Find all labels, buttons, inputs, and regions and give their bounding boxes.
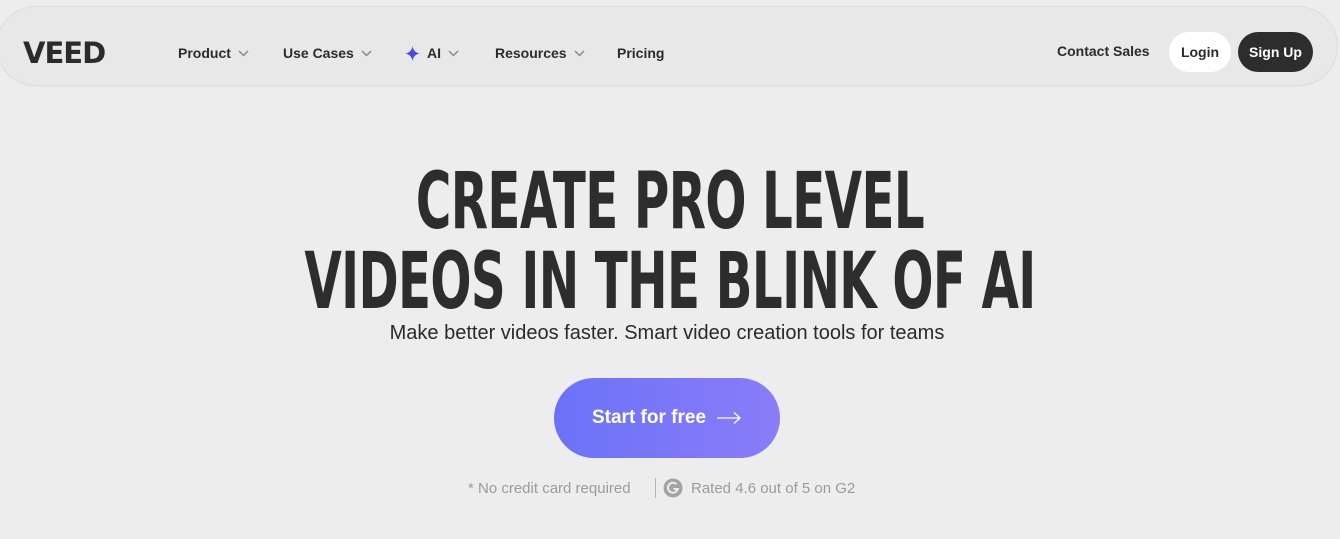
no-credit-card-note: * No credit card required [468, 479, 631, 497]
svg-text:VEED: VEED [23, 39, 105, 65]
chevron-down-icon [361, 49, 372, 57]
nav-use-cases-label: Use Cases [283, 45, 354, 61]
arrow-right-icon [717, 412, 741, 424]
hero-title: CREATE PRO LEVEL VIDEOS IN THE BLINK OF … [0, 162, 1340, 322]
chevron-down-icon [448, 49, 459, 57]
footnote-divider [655, 478, 656, 498]
top-navbar: VEED Product Use Cases AI Resources Pric… [0, 6, 1338, 86]
nav-product-label: Product [178, 45, 231, 61]
g2-icon [663, 478, 683, 498]
nav-product[interactable]: Product [178, 43, 249, 63]
hero-title-line-1: CREATE PRO LEVEL [415, 157, 925, 247]
chevron-down-icon [238, 49, 249, 57]
start-for-free-button[interactable]: Start for free [554, 378, 780, 458]
login-button[interactable]: Login [1169, 32, 1231, 72]
cta-label: Start for free [591, 407, 707, 428]
nav-pricing-label: Pricing [617, 45, 665, 61]
nav-pricing[interactable]: Pricing [617, 43, 664, 63]
sparkle-icon [405, 45, 420, 61]
nav-ai-label: AI [427, 45, 441, 61]
veed-logo[interactable]: VEED [23, 39, 139, 65]
hero-subtitle: Make better videos faster. Smart video c… [389, 322, 945, 344]
page: VEED Product Use Cases AI Resources Pric… [0, 0, 1340, 539]
nav-resources-label: Resources [495, 45, 567, 61]
g2-rating-text: Rated 4.6 out of 5 on G2 [691, 479, 856, 497]
signup-button[interactable]: Sign Up [1238, 32, 1313, 72]
nav-ai[interactable]: AI [405, 43, 459, 63]
nav-use-cases[interactable]: Use Cases [283, 43, 372, 63]
contact-sales-link[interactable]: Contact Sales [1057, 43, 1150, 59]
nav-resources[interactable]: Resources [495, 43, 585, 63]
hero-title-line-2: VIDEOS IN THE BLINK OF AI [304, 237, 1036, 327]
chevron-down-icon [574, 49, 585, 57]
